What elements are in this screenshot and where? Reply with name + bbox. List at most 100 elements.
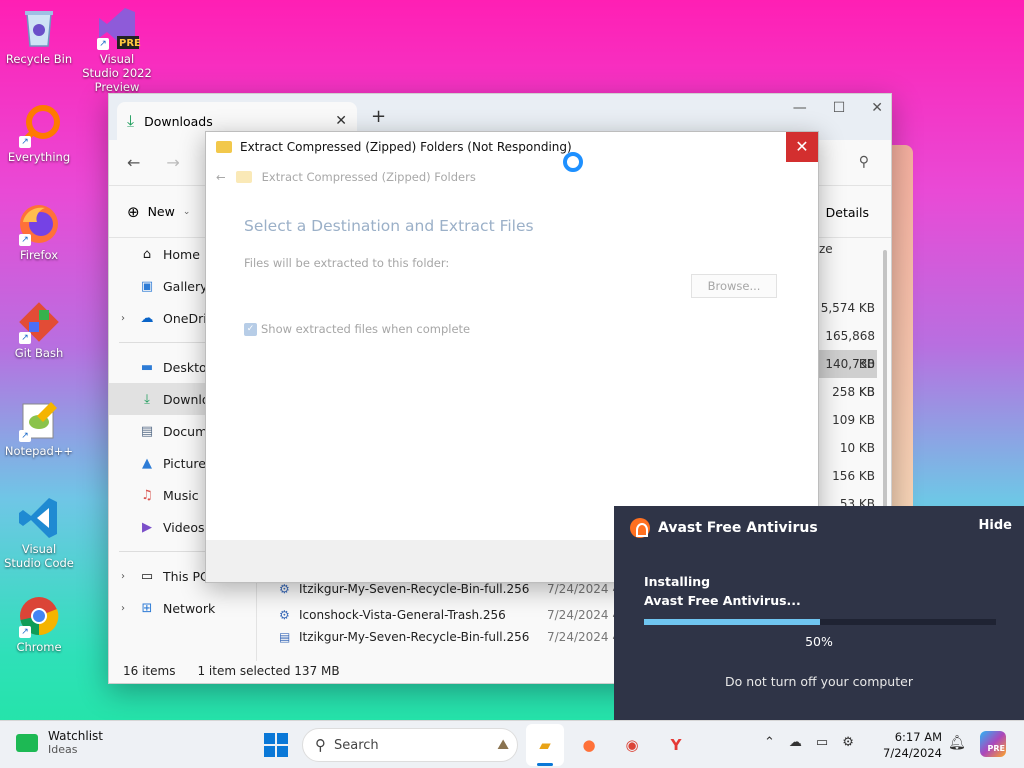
- document-icon: ▤: [140, 423, 154, 439]
- close-tab-icon[interactable]: ✕: [335, 113, 347, 129]
- computer-icon: ▭: [140, 568, 154, 584]
- close-button[interactable]: ✕: [786, 132, 818, 162]
- maximize-icon[interactable]: ☐: [833, 100, 846, 116]
- notification-bell-icon[interactable]: 🔔︎: [948, 735, 966, 751]
- file-size: 165,868 KB: [825, 329, 875, 371]
- list-item[interactable]: ▤ Itzikgur-My-Seven-Recycle-Bin-full.256…: [279, 628, 619, 646]
- music-icon: ♫: [141, 487, 153, 503]
- show-files-checkbox-row[interactable]: ✓ Show extracted files when complete: [244, 322, 470, 336]
- details-button[interactable]: ▯ Details: [813, 205, 869, 220]
- back-arrow-icon[interactable]: ←: [127, 153, 140, 172]
- cloud-off-icon[interactable]: ☁: [789, 735, 802, 750]
- minimize-icon[interactable]: —: [793, 100, 807, 116]
- chevron-right-icon[interactable]: ›: [121, 313, 125, 324]
- start-button[interactable]: [264, 733, 288, 757]
- tab-title: Downloads: [144, 113, 213, 129]
- git-bash-icon: ↗: [17, 300, 61, 344]
- icon-file-icon: ⚙: [279, 582, 290, 596]
- desktop-icon-everything[interactable]: ↗ Everything: [4, 104, 74, 164]
- loading-spinner-icon: [563, 152, 583, 172]
- forward-arrow-icon[interactable]: →: [166, 153, 179, 172]
- size-column: 5,574 KB 165,868 KB 140,730 KB 258 KB 10…: [809, 294, 877, 518]
- desktop-icon-firefox[interactable]: ↗ Firefox: [4, 202, 74, 262]
- taskbar-search[interactable]: ⚲ Search ⛰: [302, 728, 518, 762]
- browse-button[interactable]: Browse...: [691, 274, 777, 298]
- chrome-taskbar-icon[interactable]: ◉: [618, 731, 646, 759]
- dialog-title: Extract Compressed (Zipped) Folders (Not…: [240, 140, 572, 154]
- item-count: 16 items: [123, 664, 176, 678]
- destination-label: Files will be extracted to this folder:: [244, 256, 450, 270]
- search-highlight-icon: ⛰: [497, 737, 509, 753]
- clock-time: 6:17 AM: [894, 730, 942, 744]
- everything-search-icon: ↗: [17, 104, 61, 148]
- warning-text: Do not turn off your computer: [725, 674, 913, 689]
- hide-button[interactable]: Hide: [979, 518, 1012, 533]
- progress-bar: [644, 619, 996, 625]
- shortcut-arrow-icon: ↗: [97, 38, 109, 50]
- home-icon: ⌂: [142, 246, 152, 262]
- sidebar-item-label: Videos: [163, 519, 205, 535]
- file-size: 156 KB: [832, 469, 875, 483]
- shortcut-arrow-icon: ↗: [19, 626, 31, 638]
- icon-file-icon: ▤: [279, 630, 291, 644]
- widget-title: Watchlist: [48, 729, 103, 743]
- search-placeholder: Search: [334, 737, 379, 753]
- search-icon: ⚲: [315, 736, 326, 754]
- desktop-icon-chrome[interactable]: ↗ Chrome: [4, 594, 74, 654]
- file-name: Itzikgur-My-Seven-Recycle-Bin-full.256: [299, 582, 530, 596]
- dialog-titlebar: Extract Compressed (Zipped) Folders (Not…: [206, 132, 818, 162]
- file-date: 7/24/2024 4:2: [547, 630, 619, 644]
- widgets-button[interactable]: Watchlist Ideas: [16, 729, 103, 756]
- recycle-bin-icon: [17, 6, 61, 50]
- avast-logo-icon: [630, 518, 650, 538]
- list-item[interactable]: ⚙ Iconshock-Vista-General-Trash.256 7/24…: [279, 602, 632, 628]
- display-icon[interactable]: ▭: [816, 735, 828, 750]
- chevron-right-icon[interactable]: ›: [121, 571, 125, 582]
- firefox-icon: ↗: [17, 202, 61, 246]
- chevron-right-icon[interactable]: ›: [121, 603, 125, 614]
- selection-info: 1 item selected 137 MB: [197, 664, 340, 678]
- y-app-taskbar-icon[interactable]: Y: [662, 731, 690, 759]
- visual-studio-icon: PRE ↗: [95, 6, 141, 50]
- shortcut-arrow-icon: ↗: [19, 332, 31, 344]
- desktop-icon-label: Recycle Bin: [5, 52, 73, 66]
- stock-chart-icon: [16, 733, 38, 752]
- search-icon[interactable]: ⚲: [859, 154, 869, 170]
- avast-install-panel: Avast Free Antivirus Hide Installing Ava…: [614, 506, 1024, 720]
- dialog-heading: Select a Destination and Extract Files: [244, 217, 534, 235]
- desktop-icon-label: Visual Studio Code: [4, 542, 74, 570]
- size-column-header[interactable]: ze: [819, 242, 833, 256]
- notepad-plus-plus-icon: ↗: [17, 398, 61, 442]
- shortcut-arrow-icon: ↗: [19, 430, 31, 442]
- network-settings-icon[interactable]: ⚙: [842, 735, 854, 750]
- file-size: 5,574 KB: [820, 301, 875, 315]
- desktop-icon-notepad-plus-plus[interactable]: ↗ Notepad++: [4, 398, 74, 458]
- shortcut-arrow-icon: ↗: [19, 136, 31, 148]
- close-icon[interactable]: ✕: [871, 100, 883, 116]
- new-button[interactable]: New: [148, 204, 175, 219]
- new-tab-button[interactable]: +: [371, 106, 386, 127]
- system-tray: ⌃ ☁ ▭ ⚙: [764, 735, 854, 750]
- desktop-icon-git-bash[interactable]: ↗ Git Bash: [4, 300, 74, 360]
- file-name: Itzikgur-My-Seven-Recycle-Bin-full.256: [299, 630, 530, 644]
- back-arrow-icon[interactable]: ←: [216, 170, 226, 184]
- vscode-icon: [17, 496, 61, 540]
- shortcut-arrow-icon: ↗: [19, 234, 31, 246]
- desktop-icon-visual-studio[interactable]: PRE ↗ Visual Studio 2022 Preview: [82, 6, 152, 94]
- file-name: Iconshock-Vista-General-Trash.256: [299, 608, 506, 622]
- copilot-icon[interactable]: PRE: [980, 731, 1006, 757]
- file-size: 258 KB: [832, 385, 875, 399]
- plus-circle-icon: ⊕: [127, 202, 140, 221]
- file-explorer-taskbar-icon[interactable]: ▰: [531, 731, 559, 759]
- desktop-icon-recycle-bin[interactable]: Recycle Bin: [4, 6, 74, 66]
- sidebar-item-network[interactable]: › ⊞ Network: [109, 592, 256, 624]
- desktop-icon-vscode[interactable]: Visual Studio Code: [4, 496, 74, 570]
- chevron-up-icon[interactable]: ⌃: [764, 735, 775, 750]
- clock[interactable]: 6:17 AM 7/24/2024: [882, 729, 942, 761]
- firefox-taskbar-icon[interactable]: ●: [575, 731, 603, 759]
- pre-badge: PRE: [119, 38, 141, 49]
- file-list: ⚙ Itzikgur-My-Seven-Recycle-Bin-full.256…: [279, 576, 632, 646]
- checkbox-checked-icon[interactable]: ✓: [244, 322, 257, 336]
- download-icon: ⤓: [144, 391, 150, 407]
- sidebar-item-label: This PC: [163, 568, 209, 584]
